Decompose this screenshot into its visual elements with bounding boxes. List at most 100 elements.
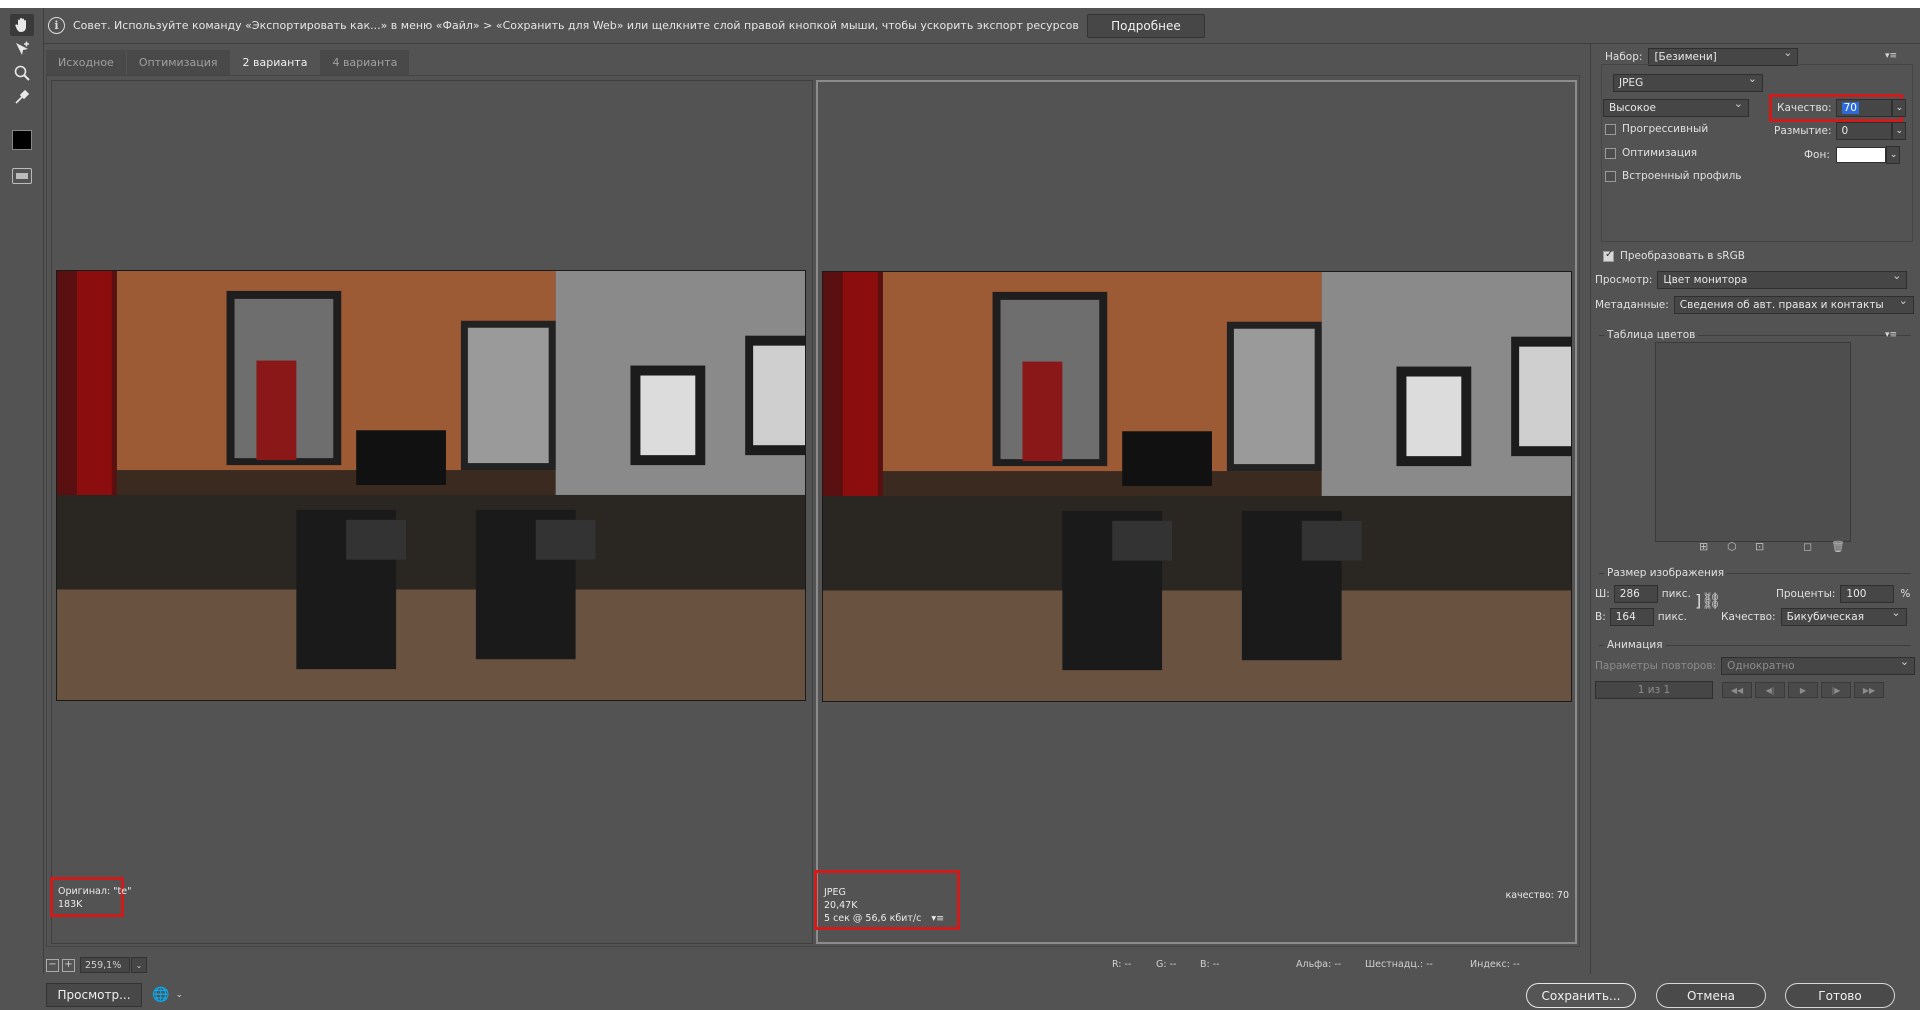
width-row: Ш: 286 пикс.	[1595, 585, 1691, 603]
original-size: 183K	[58, 899, 83, 910]
blur-dropdown-chevron-down-icon[interactable]: ⌄	[1891, 122, 1906, 140]
hand-tool-icon[interactable]	[10, 14, 34, 36]
constrain-proportions-link-icon[interactable]: ]⛓	[1695, 591, 1722, 610]
original-pane[interactable]: Оригинал: "te" 183K	[50, 80, 813, 944]
color-table-map-icon[interactable]: ⊞	[1699, 540, 1708, 553]
browser-dropdown-chevron-down-icon[interactable]: ⌄	[175, 990, 183, 1000]
frame-counter: 1 из 1	[1595, 681, 1713, 699]
progressive-row[interactable]: Прогрессивный	[1605, 123, 1708, 135]
width-input[interactable]: 286	[1613, 585, 1658, 603]
view-tabs: Исходное Оптимизация 2 варианта 4 вариан…	[46, 50, 410, 75]
next-frame-icon[interactable]: |▶	[1821, 682, 1851, 698]
loop-label: Параметры повторов:	[1595, 660, 1717, 672]
info-icon: i	[48, 17, 65, 34]
blur-label: Размытие:	[1774, 125, 1832, 137]
file-format-select[interactable]: JPEG	[1613, 72, 1763, 92]
tip-bar: i Совет. Используйте команду «Экспортиро…	[44, 8, 1920, 44]
matte-row: Фон: ⌄	[1804, 146, 1900, 164]
green-readout: G: --	[1156, 959, 1177, 970]
zoom-in-button[interactable]: +	[62, 958, 75, 972]
resample-label: Качество:	[1721, 611, 1776, 623]
toggle-slices-visibility-icon[interactable]	[12, 168, 32, 184]
save-button[interactable]: Сохранить...	[1526, 983, 1636, 1008]
window-top-strip	[0, 0, 1920, 8]
color-table-web-cube-icon[interactable]: ⬡	[1727, 540, 1737, 553]
color-table[interactable]	[1655, 342, 1851, 542]
optimize-checkbox[interactable]	[1605, 147, 1616, 159]
height-input[interactable]: 164	[1609, 608, 1654, 626]
quality-row: Качество: 70 ⌄	[1777, 99, 1906, 117]
zoom-level-field[interactable]: 259,1%	[80, 957, 130, 973]
optimized-quality: качество: 70	[1505, 890, 1570, 901]
original-name: Оригинал: "te"	[58, 886, 132, 897]
color-table-trash-icon[interactable]: 🗑	[1831, 540, 1845, 553]
loop-row: Параметры повторов: Однократно	[1595, 655, 1916, 675]
blue-readout: B: --	[1200, 959, 1220, 970]
zoom-out-button[interactable]: −	[46, 958, 59, 972]
download-speed-menu-icon[interactable]: ▾≡	[931, 912, 944, 925]
progressive-label: Прогрессивный	[1622, 123, 1709, 135]
browser-select-icon[interactable]: 🌐 ⌄	[152, 983, 202, 1007]
optimize-row[interactable]: Оптимизация	[1605, 147, 1697, 159]
embed-profile-checkbox[interactable]	[1605, 170, 1616, 182]
zoom-dropdown-chevron-down-icon[interactable]: ⌄	[131, 957, 147, 973]
alpha-readout: Альфа: --	[1296, 959, 1342, 970]
preview-color-select[interactable]: Цвет монитора	[1657, 269, 1908, 289]
learn-more-button[interactable]: Подробнее	[1086, 13, 1205, 38]
preview-in-browser-button[interactable]: Просмотр...	[46, 983, 142, 1007]
color-table-new-icon[interactable]: ◻	[1803, 540, 1812, 553]
preview-area: Оригинал: "te" 183K JPEG 20,47K 5 сек @ …	[46, 75, 1580, 947]
embed-profile-row[interactable]: Встроенный профиль	[1605, 170, 1741, 182]
convert-srgb-checkbox[interactable]	[1603, 249, 1614, 262]
matte-dropdown-chevron-down-icon[interactable]: ⌄	[1885, 146, 1900, 164]
tab-2-up[interactable]: 2 варианта	[230, 50, 320, 75]
percent-label: Проценты:	[1776, 588, 1836, 600]
matte-color-swatch[interactable]	[1835, 147, 1886, 163]
bottom-bar: Просмотр... 🌐 ⌄ Сохранить... Отмена Готов…	[0, 980, 1920, 1010]
zoom-tool-icon[interactable]	[10, 62, 34, 84]
original-info: Оригинал: "te" 183K	[58, 885, 131, 911]
slice-select-tool-icon[interactable]	[10, 38, 34, 60]
preset-label: Набор:	[1605, 51, 1643, 63]
embed-profile-label: Встроенный профиль	[1622, 170, 1742, 182]
tab-4-up[interactable]: 4 варианта	[320, 50, 410, 75]
cancel-button[interactable]: Отмена	[1656, 983, 1766, 1008]
metadata-select[interactable]: Сведения об авт. правах и контакты	[1673, 294, 1914, 314]
color-table-lock-icon[interactable]: ⊡	[1755, 540, 1764, 553]
height-label: В:	[1595, 611, 1606, 623]
first-frame-icon[interactable]: ◀◀	[1722, 682, 1752, 698]
done-button[interactable]: Готово	[1785, 983, 1895, 1008]
quality-dropdown-chevron-down-icon[interactable]: ⌄	[1891, 99, 1906, 117]
compression-quality-select[interactable]: Высокое	[1603, 97, 1749, 117]
optimized-image	[822, 271, 1572, 702]
loop-select[interactable]: Однократно	[1721, 655, 1916, 675]
height-row: В: 164 пикс.	[1595, 608, 1687, 626]
image-size-title: Размер изображения	[1604, 567, 1728, 579]
resample-select[interactable]: Бикубическая	[1780, 606, 1907, 626]
blur-input[interactable]: 0	[1835, 122, 1892, 140]
quality-input[interactable]: 70	[1835, 99, 1892, 117]
width-label: Ш:	[1595, 588, 1610, 600]
panel-menu-icon[interactable]: ▾≡	[1885, 51, 1897, 61]
progressive-checkbox[interactable]	[1605, 123, 1616, 135]
color-table-menu-icon[interactable]: ▾≡	[1885, 330, 1897, 340]
percent-input[interactable]: 100	[1840, 585, 1895, 603]
animation-title: Анимация	[1604, 639, 1666, 651]
last-frame-icon[interactable]: ▶▶	[1854, 682, 1884, 698]
optimized-pane[interactable]: JPEG 20,47K 5 сек @ 56,6 кбит/с ▾≡ качест…	[814, 80, 1577, 944]
previous-frame-icon[interactable]: ◀|	[1755, 682, 1785, 698]
tab-original[interactable]: Исходное	[46, 50, 126, 75]
eyedropper-tool-icon[interactable]	[10, 86, 34, 108]
matte-label: Фон:	[1804, 149, 1830, 161]
metadata-row: Метаданные: Сведения об авт. правах и ко…	[1595, 294, 1914, 314]
optimized-info: JPEG 20,47K 5 сек @ 56,6 кбит/с ▾≡	[824, 886, 944, 925]
metadata-label: Метаданные:	[1595, 299, 1669, 311]
optimized-download-time: 5 сек @ 56,6 кбит/с	[824, 913, 922, 924]
eyedropper-color-swatch[interactable]	[12, 130, 32, 150]
quality-label: Качество:	[1777, 102, 1832, 114]
preview-row: Просмотр: Цвет монитора	[1595, 269, 1908, 289]
percent-sign: %	[1900, 588, 1911, 600]
convert-srgb-row[interactable]: Преобразовать в sRGB	[1603, 249, 1745, 262]
play-icon[interactable]: ▶	[1788, 682, 1818, 698]
tab-optimized[interactable]: Оптимизация	[126, 50, 230, 75]
